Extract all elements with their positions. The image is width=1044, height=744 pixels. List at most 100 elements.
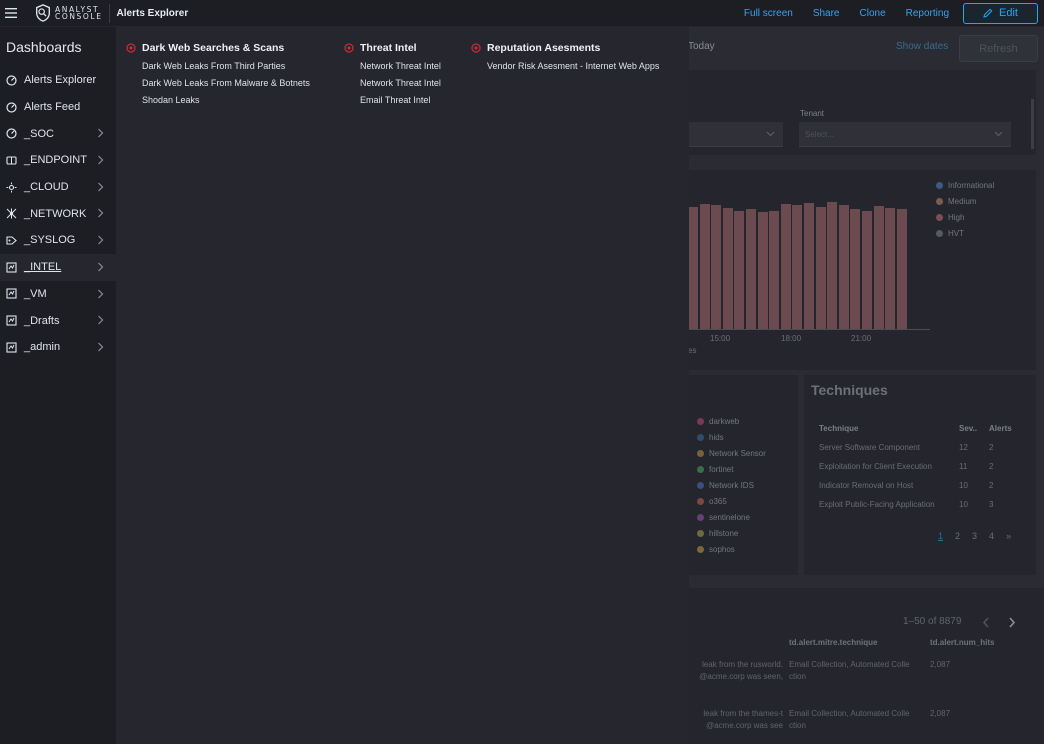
page-1[interactable]: 1 [938,531,943,541]
tenant-select[interactable]: Select... [799,122,1011,147]
table-row: Exploit Public-Facing Application 10 3 [819,495,1019,514]
sidebar-item-network[interactable]: _NETWORK [0,200,116,227]
alerts-cell: 2 [989,481,994,490]
intel-icon [6,288,17,299]
sidebar-item-label: _CLOUD [24,181,69,194]
sidebar-item-intel[interactable]: _INTEL [0,253,116,281]
technique-column-header[interactable]: td.alert.mitre.technique [789,638,877,647]
flyout-link[interactable]: Dark Web Leaks From Third Parties [142,61,344,78]
severity-header[interactable]: Sev.. [959,424,989,433]
page-next[interactable]: » [1006,531,1011,541]
legend-label: HVT [948,229,964,238]
hits-cell: 2,087 [930,709,951,718]
sidebar-item-label: _INTEL [24,261,62,274]
legend-item[interactable]: hillstone [697,525,766,541]
legend-item[interactable]: sentinelone [697,509,766,525]
refresh-label: Refresh [979,42,1018,55]
legend-item[interactable]: sophos [697,541,766,557]
legend-item[interactable]: Informational [936,181,994,190]
full-screen-link[interactable]: Full screen [744,8,793,19]
logo-line2: CONSOLE [55,12,103,21]
page-4[interactable]: 4 [989,531,994,541]
flyout-link[interactable]: Vendor Risk Asesment - Internet Web Apps [487,61,691,78]
chart-bar [757,212,768,329]
clone-link[interactable]: Clone [860,8,886,19]
flyout-link[interactable]: Shodan Leaks [142,95,344,112]
chevron-left-icon[interactable] [982,617,990,628]
sidebar-item-endpoint[interactable]: _ENDPOINT [0,147,116,174]
sidebar-item-label: _Drafts [24,314,60,327]
chevron-right-icon [97,128,104,138]
dashboard-icon [6,75,17,86]
flyout-columns: Dark Web Searches & Scans Dark Web Leaks … [126,41,691,112]
sidebar-item-alerts-feed[interactable]: Alerts Feed [0,94,116,121]
chevron-right-icon [97,208,104,218]
filter-select[interactable] [688,122,783,147]
severity-bar-chart [688,196,930,330]
flyout-link[interactable]: Email Threat Intel [360,95,471,112]
target-icon [344,43,354,53]
sidebar-item-admin[interactable]: _admin [0,334,116,361]
dashboards-sidenav: Dashboards Alerts Explorer Alerts Feed _SO… [0,27,116,744]
legend-item[interactable]: o365 [697,493,766,509]
intel-icon [6,262,17,273]
share-link[interactable]: Share [813,8,840,19]
legend-item[interactable]: hids [697,429,766,445]
sidebar-item-alerts-explorer[interactable]: Alerts Explorer [0,67,116,94]
page-2[interactable]: 2 [955,531,960,541]
scrollbar[interactable] [1031,99,1034,149]
technique-cell: Indicator Removal on Host [819,481,914,490]
flyout-link[interactable]: Network Threat Intel [360,78,471,95]
endpoint-icon [6,155,17,166]
edit-button[interactable]: Edit [963,2,1038,24]
legend-item[interactable]: High [936,213,964,222]
legend-item[interactable]: HVT [936,229,964,238]
chart-bar [838,205,849,329]
reporting-link[interactable]: Reporting [906,8,949,19]
chevron-right-icon [97,155,104,165]
legend-item[interactable]: darkweb [697,413,766,429]
chevron-right-icon [97,289,104,299]
table-row: Server Software Component 12 2 [819,438,1019,457]
tenant-label: Tenant [800,109,825,118]
alerts-table-panel: 1–50 of 8879 td.alert.mitre.technique td… [688,588,1044,744]
legend-item[interactable]: Network IDS [697,477,766,493]
app-logo[interactable]: ANALYST CONSOLE [34,0,103,27]
alerts-header[interactable]: Alerts [989,424,1019,433]
pencil-icon [983,8,993,18]
sidebar-item-drafts[interactable]: _Drafts [0,307,116,334]
top-actions: Full screen Share Clone Reporting Edit [744,2,1038,24]
sidebar-item-soc[interactable]: _SOC [0,120,116,147]
techniques-header-row: Technique Sev.. Alerts [819,419,1019,438]
chevron-right-icon[interactable] [1008,617,1016,628]
sidebar-item-label: Alerts Explorer [24,74,97,87]
flyout-column: Reputation Asesments Vendor Risk Asesment… [471,41,691,112]
source-legend: darkweb hids Network Sensor fortinet Network… [697,413,766,557]
refresh-button[interactable]: Refresh [959,35,1038,62]
date-today[interactable]: Today [688,41,715,52]
show-dates-link[interactable]: Show dates [896,41,948,52]
sidebar-item-syslog[interactable]: _SYSLOG [0,227,116,254]
menu-icon[interactable] [0,0,22,27]
sidebar-item-label: _VM [24,287,47,300]
flyout-link[interactable]: Dark Web Leaks From Malware & Botnets [142,78,344,95]
legend-item[interactable]: Medium [936,197,976,206]
flyout-link[interactable]: Network Threat Intel [360,61,471,78]
page-3[interactable]: 3 [972,531,977,541]
target-icon [126,43,136,53]
technique-cell: Email Collection, Automated Colle ction [789,660,910,681]
technique-header[interactable]: Technique [819,424,959,433]
legend-item[interactable]: Network Sensor [697,445,766,461]
flyout-column-title-text: Reputation Asesments [487,42,601,54]
chart-bar [804,203,814,329]
sidebar-item-cloud[interactable]: _CLOUD [0,174,116,201]
legend-item[interactable]: fortinet [697,461,766,477]
legend-label: darkweb [709,416,740,426]
page-title: Alerts Explorer [116,7,189,19]
message-cell: leak from the thames-t @acme.corp was se… [703,709,783,730]
sidebar-item-vm[interactable]: _VM [0,281,116,308]
chart-bar [780,204,791,329]
hits-column-header[interactable]: td.alert.num_hits [930,638,994,647]
legend-label: Network IDS [709,480,754,490]
flyout-column-title: Reputation Asesments [471,41,691,55]
